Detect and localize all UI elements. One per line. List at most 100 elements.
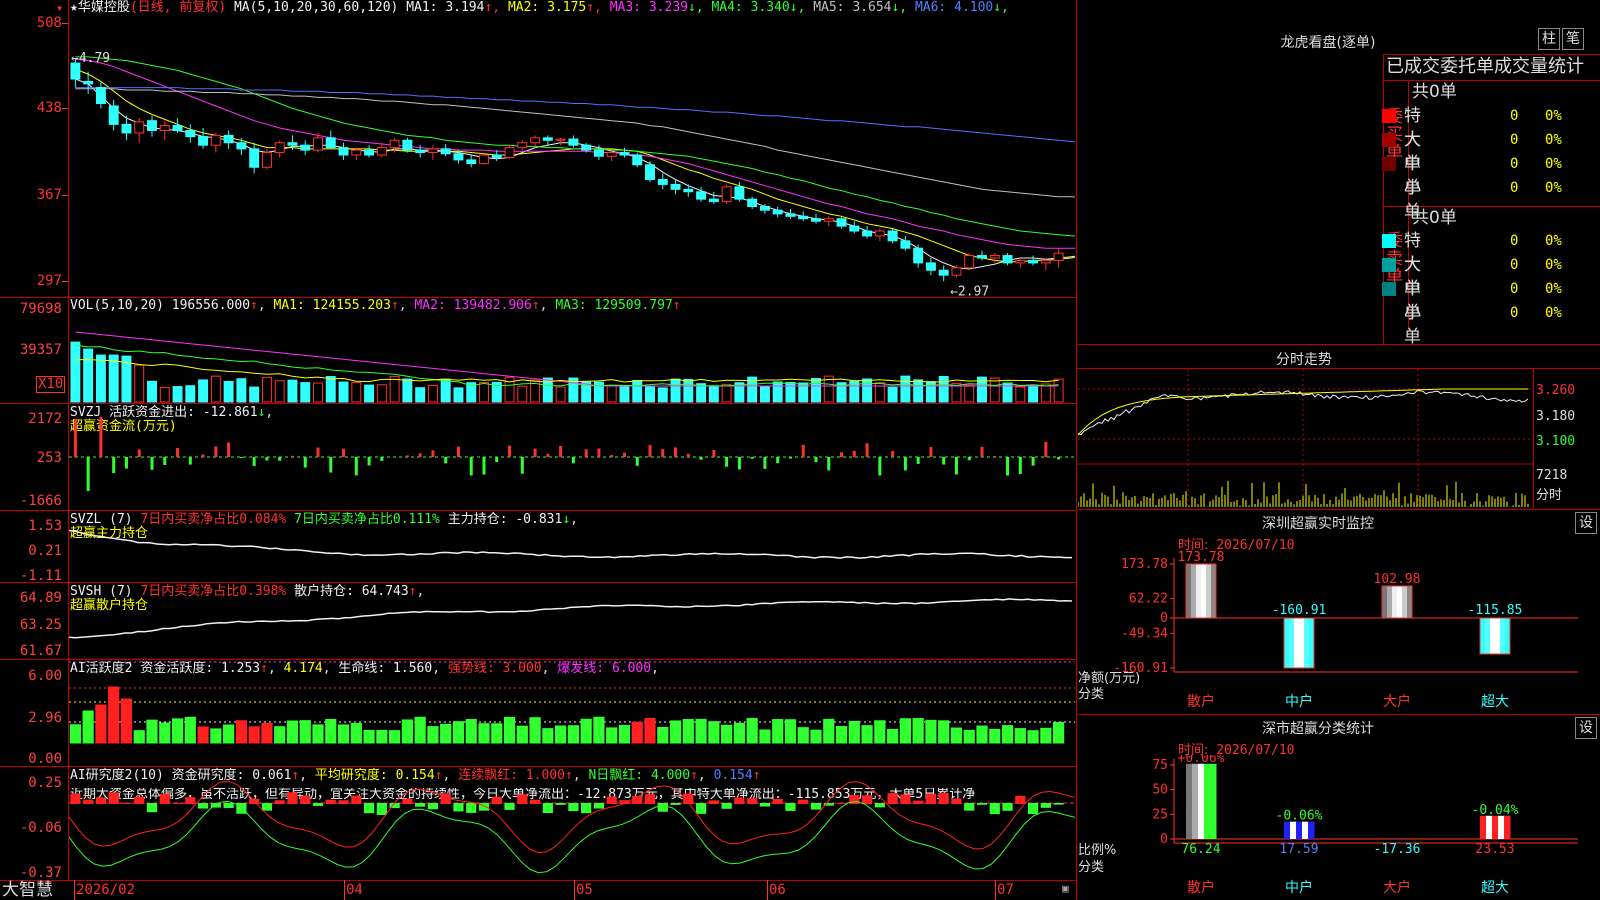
research-bar [325, 799, 336, 804]
ma-arrow: ↓, [687, 0, 704, 15]
svzj-chart[interactable] [69, 404, 1075, 510]
bar-segment [1500, 617, 1506, 654]
research-bar [976, 803, 988, 805]
tick-view-button[interactable]: 笔 [1562, 28, 1584, 50]
bar-segment [1294, 617, 1300, 668]
bar-value-label: -17.36 [1374, 842, 1421, 857]
axis-tick [62, 195, 68, 197]
fund-flow-bar [520, 457, 524, 474]
volume-bar [887, 386, 898, 403]
fund-flow-bar [112, 457, 116, 474]
order-count: 0 [1510, 233, 1519, 249]
fund-flow-bar [967, 457, 971, 461]
volume-bar [402, 378, 413, 403]
bar-view-button[interactable]: 柱 [1538, 28, 1560, 50]
bar-segment [1495, 617, 1501, 654]
sz-monitor-settings-button[interactable]: 设 [1575, 512, 1597, 534]
order-pct: 0% [1545, 233, 1562, 249]
intraday-chart[interactable] [1078, 369, 1533, 508]
activity-bar [1027, 730, 1039, 744]
research-bar [427, 803, 439, 810]
app-logo[interactable]: 大智慧 [2, 881, 53, 899]
candle-body [491, 154, 502, 158]
candle-body [849, 225, 860, 232]
activity-bar [82, 710, 94, 744]
activity-bar [644, 717, 656, 744]
order-row: 特大 0 0% [1078, 229, 1562, 275]
main-axis-label: 297 [36, 273, 62, 290]
fund-flow-bar [954, 457, 958, 475]
fund-flow-bar [993, 455, 997, 457]
research-bar [453, 803, 464, 812]
research-bar [376, 803, 387, 815]
ai-research-chart[interactable] [69, 767, 1075, 880]
research-bar [989, 803, 1000, 815]
period-label[interactable]: (日线, 前复权) [130, 0, 226, 15]
intraday-axis-line [1533, 369, 1534, 508]
candle-body [606, 152, 617, 157]
volume-bar [147, 380, 157, 403]
candlestick-chart[interactable]: ←4.79 ←2.97 [69, 14, 1075, 296]
order-pct: 0% [1545, 305, 1562, 321]
fund-flow-bar [239, 457, 243, 459]
activity-bar [197, 726, 209, 744]
svzj-axis-bot: -1666 [19, 493, 62, 509]
volume-bar [645, 386, 655, 403]
research-bar [1053, 803, 1064, 805]
candle-body [989, 255, 1000, 259]
activity-bar [899, 718, 911, 744]
volume-bar [453, 387, 464, 403]
candle-body [376, 147, 387, 156]
research-bar [874, 803, 885, 808]
bar-segment [1186, 564, 1192, 618]
candle-body [1015, 259, 1026, 264]
close-icon[interactable]: ▾ [56, 1, 63, 15]
activity-bar [516, 725, 528, 744]
category-label: 超大 [1481, 880, 1509, 896]
candle-body [364, 149, 375, 156]
svsh-axis-mid: 63.25 [19, 617, 62, 633]
favorite-star-icon[interactable]: ★ [70, 0, 78, 15]
fund-flow-bar [903, 457, 907, 471]
high-marker: ←4.79 [71, 51, 110, 66]
sz-monitor-chart[interactable]: 173.7862.220-49.34-160.91173.78散户-160.91… [1078, 550, 1600, 715]
intraday-vol-unit: 分时 [1536, 488, 1563, 503]
order-count: 0 [1510, 180, 1519, 196]
order-pct: 0% [1545, 108, 1562, 124]
intraday-panel[interactable]: 分时走势 3.260 3.180 3.100 7218 分时 [1078, 345, 1600, 510]
main-axis-label: 438 [36, 100, 62, 117]
sz-class-chart[interactable]: 75 50 25 0 +0.06% 76.24 散户 -0.06% 17.59 中户 -17.36 大… [1078, 755, 1600, 900]
fund-flow-bar [712, 450, 716, 457]
fund-flow-bar [597, 448, 601, 457]
volume-bar [479, 382, 489, 403]
bar-segment [1402, 586, 1408, 618]
bar-segment [1296, 821, 1303, 839]
activity-bar [337, 724, 350, 744]
volume-bar [223, 380, 234, 403]
candle-body [811, 218, 821, 222]
volume-chart[interactable] [69, 298, 1075, 403]
research-bar [1015, 795, 1026, 804]
research-bar [810, 803, 822, 810]
fund-flow-bar [482, 457, 486, 475]
svsh-chart[interactable] [69, 583, 1075, 659]
activity-bar [669, 720, 682, 744]
volume-bar [670, 378, 681, 403]
sz-class-settings-button[interactable]: 设 [1575, 717, 1597, 739]
lock-icon[interactable]: ▣ [1062, 882, 1069, 895]
research-bar [185, 797, 196, 804]
bar-segment [1289, 617, 1295, 668]
research-bar [721, 803, 732, 809]
svzl-chart[interactable] [69, 511, 1075, 582]
fund-flow-bar [1006, 457, 1010, 476]
bar-value-label: 76.24 [1181, 842, 1220, 857]
candle-body [313, 137, 323, 151]
fund-flow-bar [635, 457, 639, 466]
kline-chart-area[interactable]: ★华媒控股(日线, 前复权) MA(5,10,20,30,60,120) MA1… [0, 0, 1078, 900]
bar-value-label: -115.85 [1468, 603, 1523, 618]
candle-body [734, 186, 745, 200]
research-bar [466, 803, 477, 813]
ai-activity-chart[interactable] [69, 660, 1075, 766]
svsh-axis-bot: 61.67 [19, 643, 62, 659]
candle-body [951, 267, 962, 276]
